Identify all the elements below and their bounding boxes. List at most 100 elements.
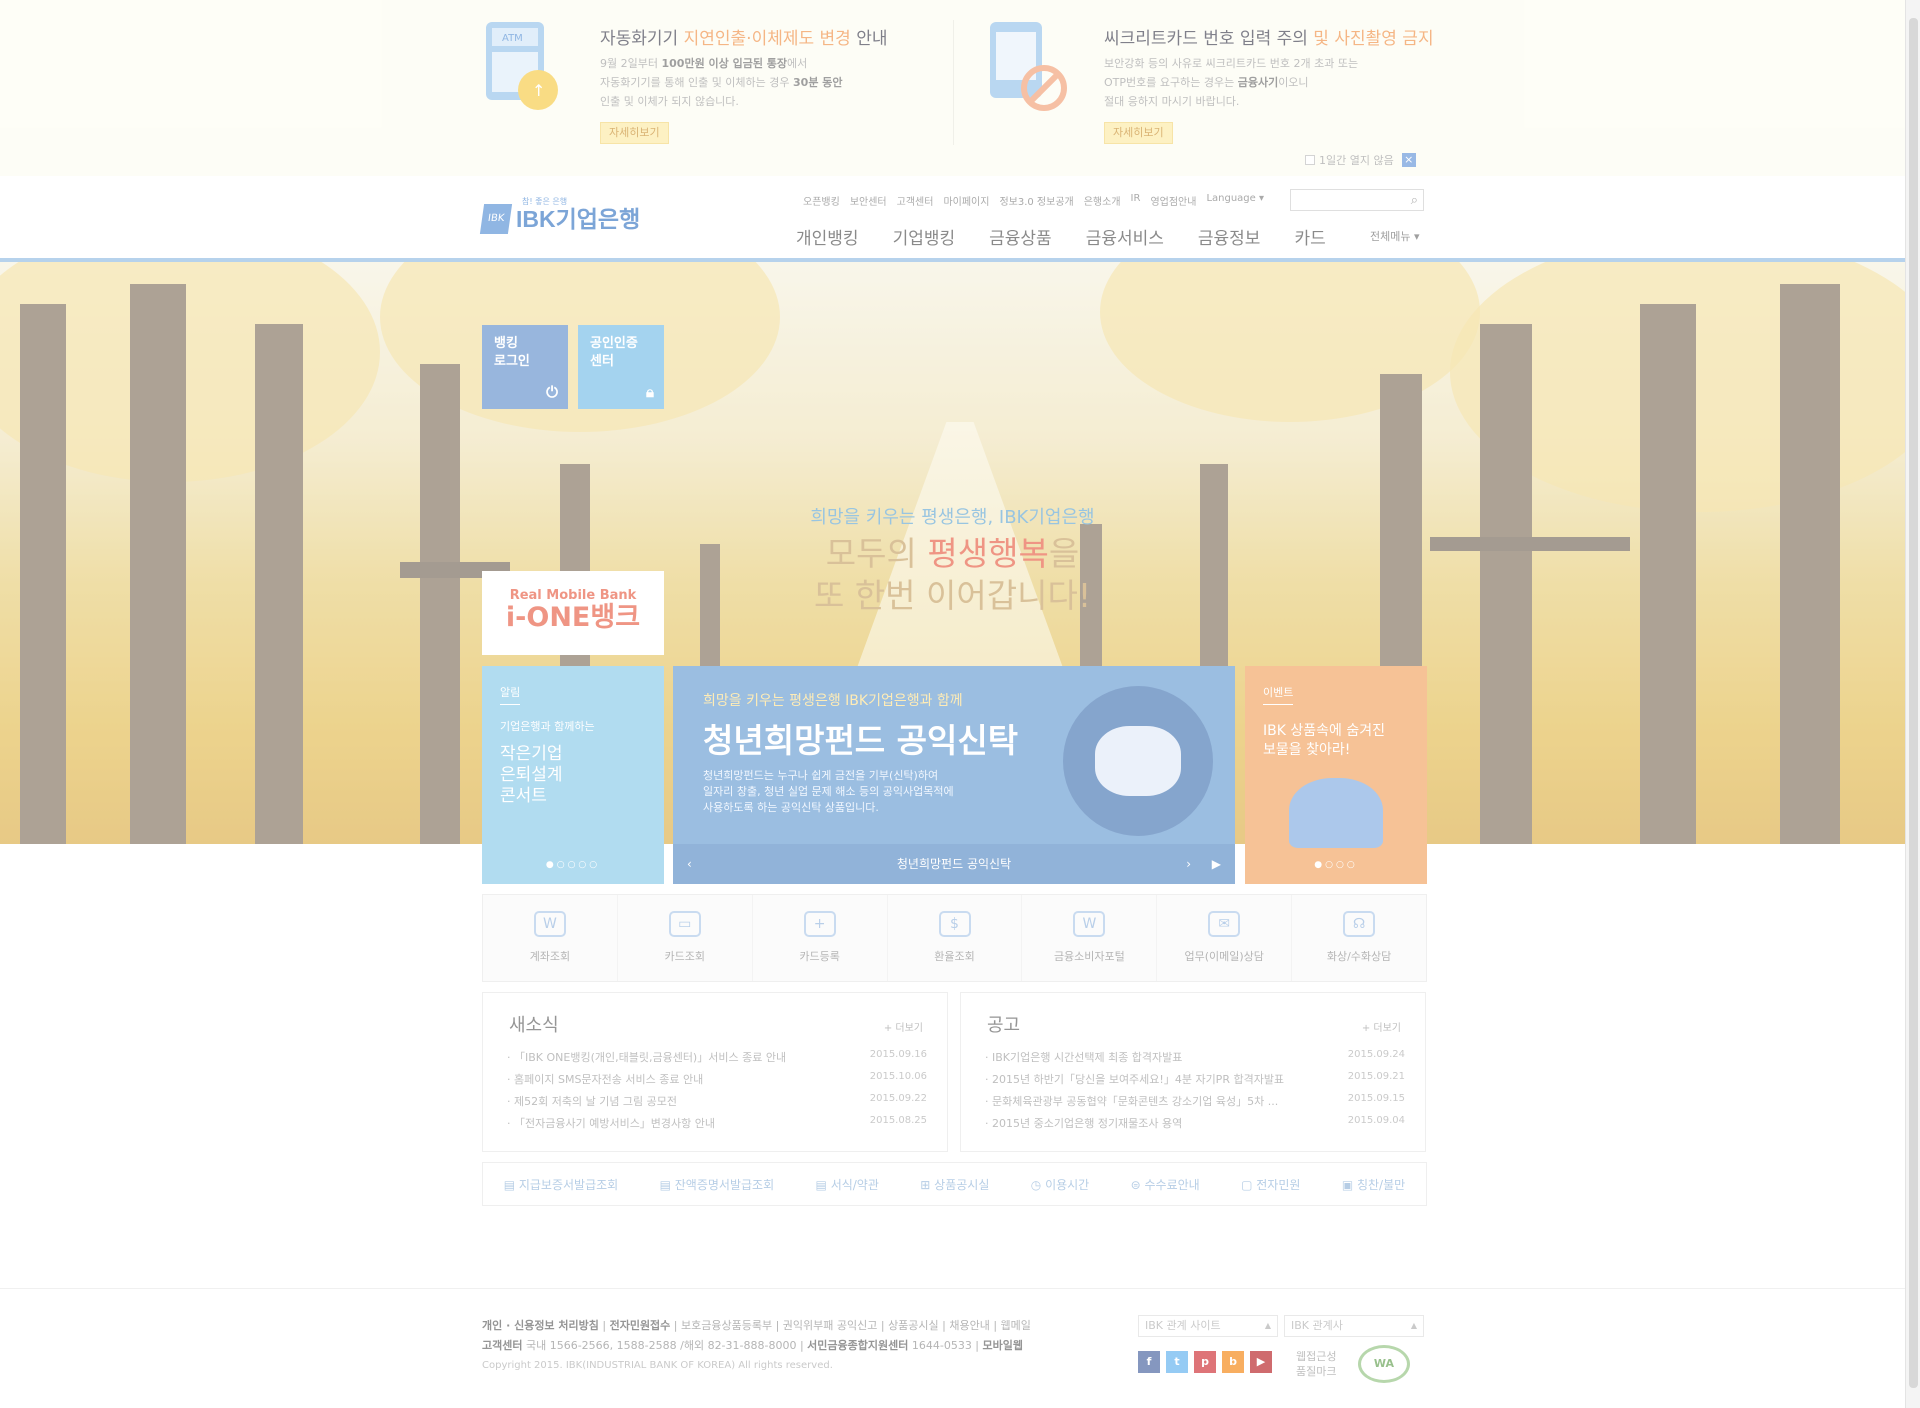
news-board: 새소식 + 더보기 · 「IBK ONE뱅킹(개인,태블릿,금융센터)」서비스 … bbox=[482, 992, 948, 1152]
notice-atm-more-button[interactable]: 자세히보기 bbox=[600, 122, 669, 144]
notice-close-icon[interactable]: × bbox=[1401, 153, 1416, 167]
play-icon[interactable]: ▶ bbox=[1212, 844, 1221, 884]
quick-card-inquiry[interactable]: ▭ 카드조회 bbox=[618, 895, 753, 981]
notice-secret-more-button[interactable]: 자세히보기 bbox=[1104, 122, 1173, 144]
quick-consumer-portal[interactable]: W 금융소비자포털 bbox=[1022, 895, 1158, 981]
accessibility-cert-icon: WA bbox=[1358, 1345, 1410, 1383]
one-day-checkbox[interactable] bbox=[1305, 155, 1315, 165]
scrollbar-thumb[interactable] bbox=[1909, 18, 1918, 1388]
all-menu-button[interactable]: 전체메뉴 ▾ bbox=[1370, 228, 1420, 244]
panel-pagination[interactable]: ●○○○○ bbox=[482, 860, 664, 870]
list-item[interactable]: · 문화체육관광부 공동협약「문화콘텐츠 강소기업 육성」5차 ... 2015.… bbox=[985, 1093, 1405, 1115]
hero-canopy bbox=[1100, 262, 1480, 422]
search-icon[interactable]: ⌕ bbox=[1411, 193, 1418, 208]
e-complaint-link[interactable]: 전자민원접수 bbox=[610, 1319, 671, 1332]
site-footer: 개인 · 신용정보 처리방침 | 전자민원접수 | 보호금융상품등록부 | 권익… bbox=[0, 1288, 1905, 1408]
pinterest-icon[interactable]: p bbox=[1194, 1351, 1216, 1373]
email-icon: ✉ bbox=[1208, 911, 1241, 937]
atm-icon: ATM ↑ bbox=[486, 22, 558, 110]
link-fee-guide[interactable]: ⊜ 수수료안내 bbox=[1131, 1176, 1200, 1193]
ibk-logo[interactable]: IBK 참! 좋은 은행 IBK기업은행 bbox=[479, 197, 640, 234]
facebook-icon[interactable]: f bbox=[1138, 1351, 1160, 1373]
accessibility-cert-label: 웹접근성 품질마크 bbox=[1296, 1350, 1337, 1378]
nav-financial-info[interactable]: 금융정보 bbox=[1198, 224, 1261, 249]
nav-corporate-banking[interactable]: 기업뱅킹 bbox=[893, 224, 956, 249]
list-item[interactable]: · 「IBK ONE뱅킹(개인,태블릿,금융센터)」서비스 종료 안내 2015.… bbox=[507, 1049, 927, 1071]
quick-card-register[interactable]: + 카드등록 bbox=[753, 895, 888, 981]
list-item[interactable]: · 「전자금융사기 예방서비스」변경사항 안내 2015.08.25 bbox=[507, 1115, 927, 1137]
card-search-icon: ▭ bbox=[668, 911, 701, 937]
quick-email-consult[interactable]: ✉ 업무(이메일)상담 bbox=[1157, 895, 1293, 981]
privacy-policy-link[interactable]: 개인 · 신용정보 처리방침 bbox=[482, 1319, 599, 1332]
search-input[interactable]: ⌕ bbox=[1290, 189, 1424, 211]
util-security-center[interactable]: 보안센터 bbox=[850, 193, 887, 208]
quick-menu: W 계좌조회 ▭ 카드조회 + 카드등록 $ 환율조회 W 금융소비자포털 ✉ 업무(이메일… bbox=[482, 894, 1427, 982]
list-item[interactable]: · IBK기업은행 시간선택제 최종 합격자발표 2015.09.24 bbox=[985, 1049, 1405, 1071]
hero-subcopy: 희망을 키우는 평생은행, IBK기업은행 bbox=[810, 507, 1095, 528]
link-product-disclosure[interactable]: ⊞ 상품공시실 bbox=[920, 1176, 989, 1193]
list-item[interactable]: · 2015년 중소기업은행 정기재물조사 용역 2015.09.04 bbox=[985, 1115, 1405, 1137]
util-branch-guide[interactable]: 영업점안내 bbox=[1150, 193, 1196, 208]
quick-video-consult[interactable]: ☊ 화상/수화상담 bbox=[1292, 895, 1426, 981]
related-sites-select[interactable]: IBK 관계 사이트 ▲ bbox=[1138, 1315, 1278, 1337]
ibk-logo-mark-icon: IBK bbox=[479, 204, 513, 234]
ione-bank-banner[interactable]: Real Mobile Bank i-ONE뱅크 bbox=[482, 571, 664, 655]
util-ir[interactable]: IR bbox=[1131, 193, 1141, 208]
notice-secret-desc: 보안강화 등의 사유로 씨크리트카드 번호 2개 초과 또는 OTP번호를 요구… bbox=[1104, 57, 1359, 108]
notice-bar: ATM ↑ 자동화기기 지연인출·이체제도 변경 안내 9월 2일부터 100만… bbox=[0, 0, 1905, 176]
mobile-web-link[interactable]: 모바일웹 bbox=[983, 1339, 1023, 1352]
util-language[interactable]: Language ▾ bbox=[1206, 193, 1264, 208]
account-search-icon: W bbox=[533, 911, 566, 937]
service-links: ▤ 지급보증서발급조회 ▤ 잔액증명서발급조회 ▤ 서식/약관 ⊞ 상품공시실 … bbox=[482, 1162, 1427, 1206]
youtube-icon[interactable]: ▶ bbox=[1250, 1351, 1272, 1373]
footer-contact: 고객센터 국내 1566-2566, 1588-2588 /해외 82-31-8… bbox=[482, 1339, 1023, 1352]
exchange-rate-icon: $ bbox=[938, 911, 971, 937]
quick-account-inquiry[interactable]: W 계좌조회 bbox=[483, 895, 618, 981]
notice-close-row: 1일간 열지 않음 × bbox=[1305, 152, 1416, 168]
panel-pagination[interactable]: ●○○○ bbox=[1245, 860, 1427, 870]
svg-text:↑: ↑ bbox=[532, 81, 545, 100]
link-guarantee-issuance[interactable]: ▤ 지급보증서발급조회 bbox=[504, 1176, 619, 1193]
main-nav: 개인뱅킹 기업뱅킹 금융상품 금융서비스 금융정보 카드 bbox=[796, 224, 1326, 249]
util-info-disclosure[interactable]: 정보3.0 정보공개 bbox=[999, 193, 1073, 208]
news-more-link[interactable]: + 더보기 bbox=[884, 1019, 923, 1034]
link-praise-complaint[interactable]: ▣ 칭찬/불만 bbox=[1342, 1176, 1405, 1193]
util-my-page[interactable]: 마이페이지 bbox=[943, 193, 989, 208]
power-icon: ⏻ bbox=[546, 383, 558, 401]
link-e-complaint[interactable]: ▢ 전자민원 bbox=[1241, 1176, 1300, 1193]
chevron-up-icon: ▲ bbox=[1410, 1321, 1417, 1330]
logo-tagline: 참! 좋은 은행 bbox=[522, 197, 568, 206]
event-mascot-icon bbox=[1289, 778, 1383, 848]
link-balance-certificate[interactable]: ▤ 잔액증명서발급조회 bbox=[660, 1176, 775, 1193]
event-panel[interactable]: 이벤트 IBK 상품속에 숨겨진 보물을 찾아라! ●○○○ bbox=[1245, 666, 1427, 884]
util-bank-intro[interactable]: 은행소개 bbox=[1084, 193, 1121, 208]
list-item[interactable]: · 제52회 저축의 날 기념 그림 공모전 2015.09.22 bbox=[507, 1093, 927, 1115]
quick-exchange-rate[interactable]: $ 환율조회 bbox=[888, 895, 1023, 981]
nav-personal-banking[interactable]: 개인뱅킹 bbox=[796, 224, 859, 249]
nav-card[interactable]: 카드 bbox=[1294, 224, 1325, 249]
twitter-icon[interactable]: t bbox=[1166, 1351, 1188, 1373]
utility-nav: 오픈뱅킹 보안센터 고객센터 마이페이지 정보3.0 정보공개 은행소개 IR … bbox=[803, 193, 1264, 208]
notice-atm-desc: 9월 2일부터 100만원 이상 입금된 통장에서 자동화기기를 통해 인출 및… bbox=[600, 57, 843, 108]
list-item[interactable]: · 2015년 하반기「당신을 보여주세요!」4분 자기PR 합격자발표 2015… bbox=[985, 1071, 1405, 1093]
certificate-center-button[interactable]: 공인인증 센터 🔒︎ bbox=[578, 325, 664, 409]
banking-login-button[interactable]: 뱅킹 로그인 ⏻ bbox=[482, 325, 568, 409]
promo-panel[interactable]: 희망을 키우는 평생은행 IBK기업은행과 함께 청년희망펀드 공익신탁 청년희… bbox=[673, 666, 1235, 884]
hero-headline: 모두의 평생행복을 또 한번 이어갑니다! bbox=[813, 534, 1092, 615]
util-customer-center[interactable]: 고객센터 bbox=[897, 193, 934, 208]
link-forms-terms[interactable]: ▤ 서식/약관 bbox=[816, 1176, 879, 1193]
prev-arrow-icon[interactable]: ‹ bbox=[687, 844, 692, 884]
next-arrow-icon[interactable]: › bbox=[1186, 844, 1191, 884]
nav-financial-services[interactable]: 금융서비스 bbox=[1086, 224, 1164, 249]
nav-financial-products[interactable]: 금융상품 bbox=[989, 224, 1052, 249]
blog-icon[interactable]: b bbox=[1222, 1351, 1244, 1373]
link-service-hours[interactable]: ◷ 이용시간 bbox=[1031, 1176, 1089, 1193]
util-open-banking[interactable]: 오픈뱅킹 bbox=[803, 193, 840, 208]
announcement-more-link[interactable]: + 더보기 bbox=[1362, 1019, 1401, 1034]
vertical-scrollbar[interactable] bbox=[1905, 0, 1920, 1408]
notice-secret-card: 씨크리트카드 번호 입력 주의 및 사진촬영 금지 보안강화 등의 사유로 씨크… bbox=[986, 18, 1434, 148]
list-item[interactable]: · 홈페이지 SMS문자전송 서비스 종료 안내 2015.10.06 bbox=[507, 1071, 927, 1093]
notice-panel[interactable]: 알림 기업은행과 함께하는 작은기업 은퇴설계 콘서트 ●○○○○ bbox=[482, 666, 664, 884]
sns-links: f t p b ▶ bbox=[1138, 1351, 1272, 1373]
affiliates-select[interactable]: IBK 관계사 ▲ bbox=[1284, 1315, 1424, 1337]
